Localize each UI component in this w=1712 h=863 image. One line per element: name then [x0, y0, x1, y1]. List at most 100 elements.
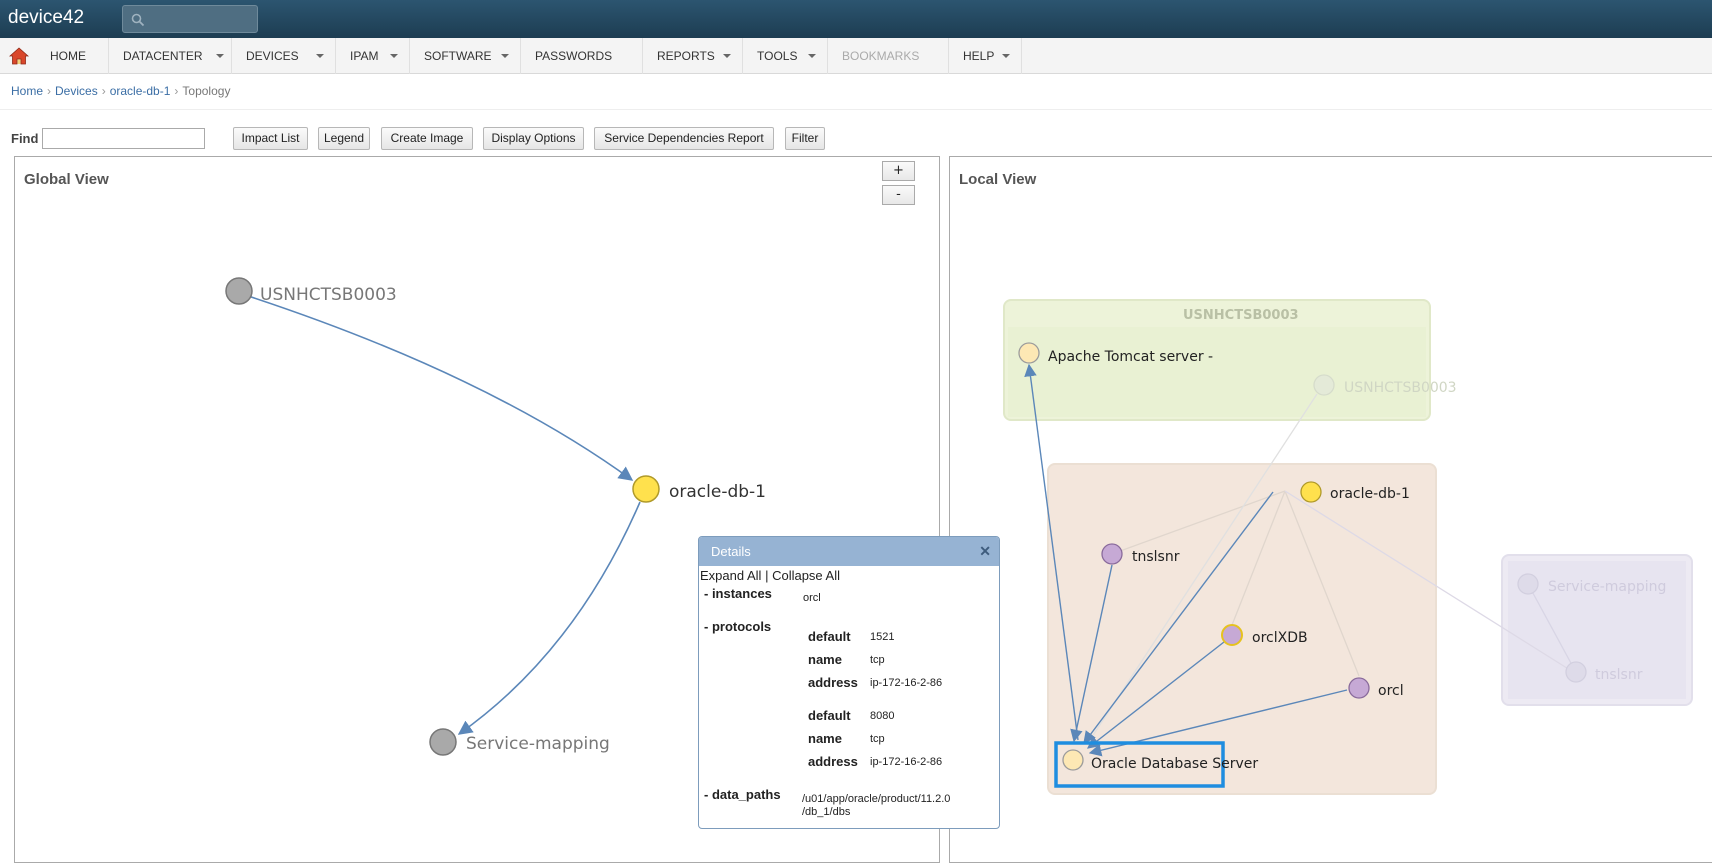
nav-devices[interactable]: DEVICES [232, 38, 336, 74]
nav-help-label: HELP [963, 49, 995, 63]
node-orcl[interactable] [1348, 677, 1370, 699]
find-input[interactable] [42, 128, 205, 149]
breadcrumb-separator: › [174, 84, 179, 98]
node-oracle-local-label: oracle-db-1 [1330, 486, 1410, 502]
protocol-2-default: 8080 [870, 710, 895, 722]
nav-datacenter[interactable]: DATACENTER [109, 38, 232, 74]
node-oracle-database-server[interactable] [1062, 749, 1084, 771]
legend-button[interactable]: Legend [318, 127, 370, 150]
search-icon [131, 13, 145, 27]
details-expand-links: Expand All | Collapse All [699, 566, 999, 583]
find-label: Find [11, 131, 39, 146]
nav-bookmarks[interactable]: BOOKMARKS [828, 38, 949, 74]
nav-devices-label: DEVICES [246, 49, 299, 63]
edge-usn-to-oracle [238, 292, 634, 481]
details-title: Details [711, 544, 751, 559]
impact-list-button[interactable]: Impact List [233, 127, 308, 150]
data-paths-line-1: /u01/app/oracle/product/11.2.0 [802, 793, 951, 805]
nav-software[interactable]: SOFTWARE [410, 38, 521, 74]
details-header: Details ✕ [699, 537, 999, 566]
protocol-2-address: ip-172-16-2-86 [870, 756, 943, 768]
node-usn-label: USNHCTSB0003 [260, 285, 397, 305]
node-usn-faded-label: USNHCTSB0003 [1344, 380, 1457, 396]
nav-help[interactable]: HELP [949, 38, 1022, 74]
protocol-1-default: 1521 [870, 631, 895, 643]
create-image-button[interactable]: Create Image [381, 127, 473, 150]
main-nav: HOME DATACENTER DEVICES IPAM SOFTWARE PA… [0, 38, 1712, 74]
node-orclxdb[interactable] [1221, 624, 1243, 646]
group-usn-label: USNHCTSB0003 [1183, 308, 1299, 323]
node-service-faded-label: Service-mapping [1548, 579, 1666, 595]
protocol-2-address-label: address [808, 754, 858, 769]
global-search-input[interactable] [122, 5, 258, 33]
node-oracle-db-1[interactable] [632, 475, 660, 503]
node-oracle-db-1-local[interactable] [1300, 481, 1322, 503]
node-service-mapping[interactable] [429, 728, 457, 756]
node-tomcat[interactable] [1018, 342, 1040, 364]
node-service-faded[interactable] [1517, 573, 1539, 595]
nav-reports-label: REPORTS [657, 49, 715, 63]
chevron-down-icon [316, 54, 324, 58]
protocol-1-name: tcp [870, 654, 885, 666]
nav-tools[interactable]: TOOLS [743, 38, 828, 74]
breadcrumb-home[interactable]: Home [11, 84, 43, 98]
close-icon[interactable]: ✕ [979, 537, 991, 566]
chevron-down-icon [216, 54, 224, 58]
service-dependencies-report-button[interactable]: Service Dependencies Report [594, 127, 774, 150]
node-oracle-label: oracle-db-1 [669, 482, 766, 502]
zoom-in-button[interactable]: + [882, 161, 915, 181]
protocol-2-name-label: name [808, 731, 842, 746]
local-view-panel[interactable]: Local View USNHCTSB0003 Apache Tomcat se… [949, 156, 1712, 863]
chevron-down-icon [390, 54, 398, 58]
data-paths-line-2: /db_1/dbs [802, 806, 851, 818]
breadcrumb-devices[interactable]: Devices [55, 84, 98, 98]
instances-value: orcl [803, 592, 821, 604]
breadcrumb-separator: › [101, 84, 106, 98]
node-tomcat-label: Apache Tomcat server - [1048, 349, 1213, 365]
nav-home-label: HOME [50, 49, 86, 63]
node-orcl-label: orcl [1378, 683, 1404, 699]
local-view-graph[interactable]: USNHCTSB0003 Apache Tomcat server - USNH… [950, 157, 1712, 863]
node-tnslsnr[interactable] [1101, 543, 1123, 565]
protocol-1-default-label: default [808, 629, 851, 644]
protocol-1-address-label: address [808, 675, 858, 690]
top-bar: device42 [0, 0, 1712, 38]
protocol-2-default-label: default [808, 708, 851, 723]
nav-ipam-label: IPAM [350, 49, 379, 63]
breadcrumb-separator: › [47, 84, 52, 98]
instances-label[interactable]: - instances [704, 586, 772, 601]
node-usn[interactable] [225, 277, 253, 305]
expand-all-link[interactable]: Expand All [700, 568, 761, 583]
nav-passwords[interactable]: PASSWORDS [521, 38, 643, 74]
node-tnslsnr-label: tnslsnr [1132, 549, 1180, 565]
zoom-out-button[interactable]: - [882, 185, 915, 205]
nav-software-label: SOFTWARE [424, 49, 492, 63]
breadcrumb: Home › Devices › oracle-db-1 › Topology [11, 84, 230, 98]
protocols-label[interactable]: - protocols [704, 619, 771, 634]
details-popup: Details ✕ Expand All | Collapse All - in… [698, 536, 1000, 829]
filter-button[interactable]: Filter [785, 127, 825, 150]
chevron-down-icon [808, 54, 816, 58]
nav-home[interactable]: HOME [36, 38, 109, 74]
nav-datacenter-label: DATACENTER [123, 49, 203, 63]
divider [0, 109, 1712, 110]
home-icon[interactable] [9, 46, 29, 66]
breadcrumb-device[interactable]: oracle-db-1 [110, 84, 171, 98]
node-tnslsnr-faded[interactable] [1565, 661, 1587, 683]
nav-ipam[interactable]: IPAM [336, 38, 410, 74]
protocol-1-address: ip-172-16-2-86 [870, 677, 943, 689]
display-options-button[interactable]: Display Options [483, 127, 584, 150]
edge-oracle-to-service [457, 501, 641, 735]
node-usn-faded[interactable] [1313, 374, 1335, 396]
protocol-1-name-label: name [808, 652, 842, 667]
collapse-all-link[interactable]: Collapse All [772, 568, 840, 583]
nav-bookmarks-label: BOOKMARKS [842, 49, 920, 63]
node-tnslsnr-faded-label: tnslsnr [1595, 667, 1643, 683]
node-oracle-server-label: Oracle Database Server [1091, 756, 1258, 772]
data-paths-label[interactable]: - data_paths [704, 787, 781, 802]
node-service-label: Service-mapping [466, 734, 610, 754]
brand-logo[interactable]: device42 [8, 7, 84, 29]
breadcrumb-current: Topology [182, 84, 231, 98]
nav-reports[interactable]: REPORTS [643, 38, 743, 74]
protocol-2-name: tcp [870, 733, 885, 745]
